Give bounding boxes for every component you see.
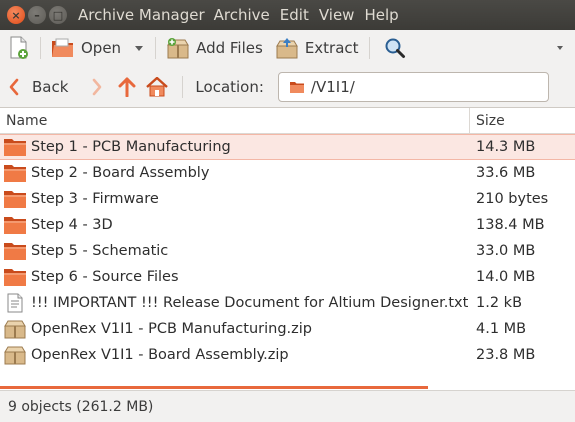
file-name: Step 6 - Source Files	[31, 269, 179, 285]
add-files-label: Add Files	[196, 39, 263, 57]
chevron-left-icon	[9, 78, 19, 95]
folder-icon	[289, 81, 304, 93]
folder-icon	[3, 215, 27, 235]
file-row[interactable]: OpenRex V1I1 - Board Assembly.zip 23.8 MB	[0, 342, 575, 368]
file-size: 4.1 MB	[476, 321, 527, 337]
column-name-header[interactable]: Name	[0, 108, 470, 133]
file-row[interactable]: Step 5 - Schematic 33.0 MB	[0, 238, 575, 264]
file-size: 138.4 MB	[476, 217, 545, 233]
file-name: Step 5 - Schematic	[31, 243, 169, 259]
file-name: Step 4 - 3D	[31, 217, 113, 233]
folder-icon	[3, 189, 27, 209]
file-name-cell: Step 3 - Firmware	[0, 189, 470, 209]
forward-button[interactable]	[84, 74, 110, 100]
file-row[interactable]: OpenRex V1I1 - PCB Manufacturing.zip 4.1 …	[0, 316, 575, 342]
file-size: 23.8 MB	[476, 347, 536, 363]
minimize-window-button[interactable]: –	[28, 6, 46, 24]
chevron-down-icon	[557, 46, 563, 50]
up-button[interactable]	[114, 74, 140, 100]
status-bar: 9 objects (261.2 MB)	[0, 390, 575, 422]
file-name-cell: Step 5 - Schematic	[0, 241, 470, 261]
file-name: OpenRex V1I1 - PCB Manufacturing.zip	[31, 321, 312, 337]
menu-help[interactable]: Help	[359, 6, 403, 24]
extract-button[interactable]: Extract	[269, 33, 365, 63]
file-row[interactable]: Step 3 - Firmware 210 bytes	[0, 186, 575, 212]
file-row[interactable]: Step 1 - PCB Manufacturing 14.3 MB	[0, 134, 575, 160]
progress-bar	[0, 386, 428, 389]
file-name: Step 1 - PCB Manufacturing	[31, 139, 231, 155]
open-recent-dropdown[interactable]	[127, 33, 151, 63]
archive-icon	[3, 345, 27, 365]
open-folder-icon	[52, 38, 73, 57]
file-name-cell: Step 2 - Board Assembly	[0, 163, 470, 183]
toolbar-separator	[368, 37, 370, 59]
column-size-header[interactable]: Size	[470, 108, 575, 133]
location-path: /V1I1/	[310, 77, 355, 96]
back-button[interactable]: Back	[8, 78, 68, 96]
chevron-right-icon	[93, 78, 102, 95]
archive-icon	[3, 319, 27, 339]
folder-icon	[3, 163, 27, 183]
file-name: OpenRex V1I1 - Board Assembly.zip	[31, 347, 289, 363]
chevron-down-icon	[135, 45, 144, 51]
app-title: Archive Manager	[78, 6, 205, 24]
file-size: 14.3 MB	[476, 139, 536, 155]
file-size: 14.0 MB	[476, 269, 536, 285]
file-name-cell: Step 6 - Source Files	[0, 267, 470, 287]
location-field[interactable]: /V1I1/	[277, 71, 549, 102]
location-label: Location:	[195, 77, 264, 96]
new-archive-icon	[10, 36, 28, 59]
maximize-window-button[interactable]: □	[49, 6, 67, 24]
file-size: 1.2 kB	[476, 295, 523, 311]
folder-icon	[3, 267, 27, 287]
toolbar-separator	[40, 37, 41, 59]
file-name-cell: Step 1 - PCB Manufacturing	[0, 137, 470, 157]
home-button[interactable]	[144, 74, 170, 100]
menu-archive[interactable]: Archive	[209, 6, 275, 24]
file-name: Step 2 - Board Assembly	[31, 165, 210, 181]
status-text: 9 objects (261.2 MB)	[8, 398, 154, 415]
folder-icon	[3, 137, 27, 157]
toolbar-separator	[155, 37, 157, 59]
file-name: Step 3 - Firmware	[31, 191, 159, 207]
open-button[interactable]: Open	[45, 33, 127, 63]
file-name: !!! IMPORTANT !!! Release Document for A…	[31, 295, 469, 311]
location-bar: Back Location: /V1I1/	[0, 66, 575, 108]
find-button[interactable]	[374, 33, 416, 63]
file-size: 33.6 MB	[476, 165, 536, 181]
menu-edit[interactable]: Edit	[275, 6, 314, 24]
toolbar-overflow-menu[interactable]	[545, 33, 575, 63]
menu-view[interactable]: View	[314, 6, 360, 24]
column-header: Name Size	[0, 108, 575, 134]
file-row[interactable]: !!! IMPORTANT !!! Release Document for A…	[0, 290, 575, 316]
file-row[interactable]: Step 6 - Source Files 14.0 MB	[0, 264, 575, 290]
menu-bar: Archive Manager Archive Edit View Help	[73, 6, 404, 24]
file-row[interactable]: Step 2 - Board Assembly 33.6 MB	[0, 160, 575, 186]
file-size: 33.0 MB	[476, 243, 536, 259]
title-bar: × – □ Archive Manager Archive Edit View …	[0, 0, 575, 30]
extract-label: Extract	[304, 39, 359, 57]
home-icon	[146, 76, 169, 96]
file-name-cell: Step 4 - 3D	[0, 215, 470, 235]
extract-icon	[275, 38, 298, 59]
folder-icon	[3, 241, 27, 261]
close-window-button[interactable]: ×	[7, 6, 25, 24]
new-archive-button[interactable]	[0, 33, 36, 63]
toolbar: Open Add Files Extract	[0, 30, 575, 66]
add-files-button[interactable]: Add Files	[160, 33, 269, 63]
add-files-icon	[167, 38, 189, 59]
file-list: Name Size Step 1 - PCB Manufacturing 14.3…	[0, 108, 575, 390]
text-file-icon	[3, 293, 27, 313]
file-rows: Step 1 - PCB Manufacturing 14.3 MB Step 2 …	[0, 134, 575, 368]
back-label: Back	[32, 77, 69, 96]
file-name-cell: !!! IMPORTANT !!! Release Document for A…	[0, 293, 470, 313]
file-row[interactable]: Step 4 - 3D 138.4 MB	[0, 212, 575, 238]
file-size: 210 bytes	[476, 191, 549, 207]
file-name-cell: OpenRex V1I1 - PCB Manufacturing.zip	[0, 319, 470, 339]
open-label: Open	[81, 39, 122, 57]
location-separator	[182, 75, 184, 98]
search-icon	[385, 38, 405, 58]
arrow-up-icon	[118, 77, 136, 97]
file-name-cell: OpenRex V1I1 - Board Assembly.zip	[0, 345, 470, 365]
